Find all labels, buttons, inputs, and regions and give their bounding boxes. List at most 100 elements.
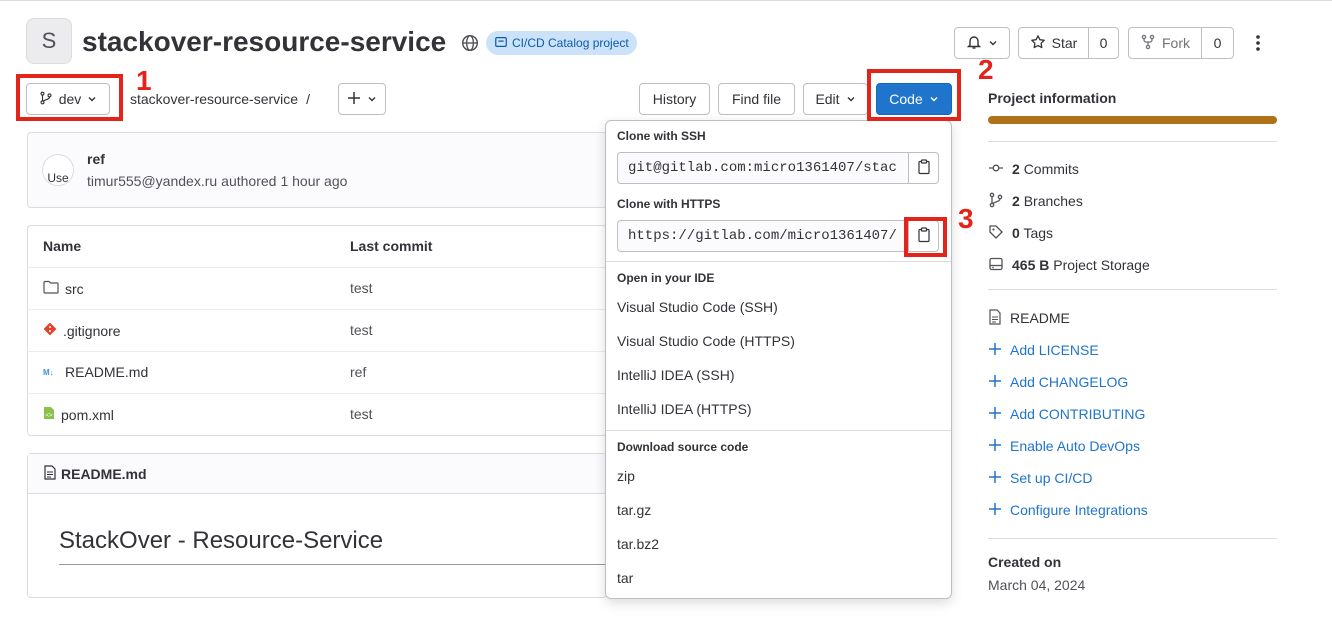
commit-title[interactable]: ref	[87, 151, 105, 167]
https-url: https://gitlab.com/micro1361407/	[628, 228, 897, 244]
table-row[interactable]: M↓ README.md ref	[27, 351, 607, 393]
commit-meta: timur555@yandex.ru authored 1 hour ago	[87, 173, 347, 189]
storage-label: Project Storage	[1053, 257, 1150, 273]
plus-icon	[988, 342, 1002, 359]
download-tar-bz2[interactable]: tar.bz2	[617, 536, 659, 552]
chevron-down-icon	[988, 35, 998, 51]
download-tar-gz[interactable]: tar.gz	[617, 502, 651, 518]
add-license-link[interactable]: Add LICENSE	[988, 340, 1099, 360]
more-actions-icon[interactable]	[1251, 33, 1265, 53]
star-label: Star	[1051, 35, 1078, 51]
svg-text:<>: <>	[46, 413, 54, 419]
annotation-number-2: 2	[978, 54, 994, 85]
tag-icon	[988, 224, 1004, 243]
file-name[interactable]: src	[65, 281, 84, 297]
fork-count[interactable]: 0	[1201, 27, 1234, 59]
file-name[interactable]: README.md	[65, 364, 148, 380]
table-row[interactable]: <> pom.xml test	[27, 393, 607, 435]
storage-stat[interactable]: 465 B Project Storage	[988, 255, 1150, 275]
configure-integrations-label: Configure Integrations	[1010, 502, 1148, 518]
clone-ssh-label: Clone with SSH	[617, 129, 706, 143]
last-commit-panel	[27, 132, 607, 208]
setup-cicd-link[interactable]: Set up CI/CD	[988, 468, 1092, 488]
find-file-button[interactable]: Find file	[718, 83, 795, 115]
annotation-box-branch	[16, 74, 123, 121]
tags-stat[interactable]: 0 Tags	[988, 223, 1053, 243]
dropdown-divider	[606, 430, 951, 431]
author-avatar[interactable]: Use	[42, 154, 74, 186]
star-count[interactable]: 0	[1088, 27, 1119, 59]
created-date: March 04, 2024	[988, 577, 1086, 593]
add-changelog-label: Add CHANGELOG	[1010, 374, 1129, 390]
svg-text:M↓: M↓	[43, 368, 54, 377]
star-button[interactable]: Star	[1018, 27, 1089, 59]
branches-stat[interactable]: 2 Branches	[988, 191, 1083, 211]
annotation-number-1: 1	[136, 65, 152, 96]
top-divider	[0, 0, 1332, 1]
commits-label: Commits	[1023, 161, 1079, 177]
commit-time: 1 hour ago	[280, 173, 348, 189]
breadcrumb-project[interactable]: stackover-resource-service	[130, 91, 298, 107]
configure-integrations-link[interactable]: Configure Integrations	[988, 500, 1148, 520]
project-title[interactable]: stackover-resource-service	[82, 24, 446, 60]
enable-auto-devops-link[interactable]: Enable Auto DevOps	[988, 436, 1140, 456]
commit-author[interactable]: timur555@yandex.ru	[87, 173, 217, 189]
copy-ssh-button[interactable]	[908, 152, 939, 184]
https-url-field[interactable]: https://gitlab.com/micro1361407/	[617, 220, 909, 252]
readme-heading: StackOver - Resource-Service	[59, 527, 384, 554]
language-bar[interactable]	[988, 116, 1277, 124]
file-last-commit[interactable]: test	[350, 280, 373, 296]
edit-label: Edit	[815, 91, 840, 107]
catalog-icon	[494, 35, 508, 52]
add-contributing-label: Add CONTRIBUTING	[1010, 406, 1146, 422]
table-row[interactable]: .gitignore test	[27, 309, 607, 351]
markdown-icon: M↓	[43, 364, 59, 380]
download-tar[interactable]: tar	[617, 570, 633, 586]
add-changelog-link[interactable]: Add CHANGELOG	[988, 372, 1128, 392]
download-zip[interactable]: zip	[617, 468, 635, 484]
clipboard-icon	[917, 158, 931, 178]
tags-label: Tags	[1023, 225, 1054, 241]
file-last-commit[interactable]: ref	[350, 364, 366, 380]
project-avatar-letter: S	[41, 28, 57, 53]
file-last-commit[interactable]: test	[350, 406, 373, 422]
ci-catalog-badge-label: CI/CD Catalog project	[512, 36, 629, 50]
column-header-last-commit: Last commit	[350, 238, 433, 254]
open-ide-label: Open in your IDE	[617, 271, 715, 285]
readme-filename[interactable]: README.md	[61, 466, 147, 482]
folder-icon	[43, 280, 59, 297]
bell-icon	[966, 34, 982, 53]
clone-https-label: Clone with HTTPS	[617, 197, 721, 211]
fork-button[interactable]: Fork	[1128, 27, 1202, 59]
ide-vscode-https[interactable]: Visual Studio Code (HTTPS)	[617, 333, 795, 349]
sidebar-divider	[988, 141, 1277, 142]
edit-dropdown[interactable]: Edit	[803, 83, 868, 115]
plus-icon	[988, 438, 1002, 455]
commits-stat[interactable]: 2 Commits	[988, 159, 1079, 179]
file-name[interactable]: pom.xml	[61, 407, 114, 423]
project-info-title: Project information	[988, 90, 1117, 106]
history-button[interactable]: History	[639, 83, 710, 115]
branches-count: 2	[1012, 193, 1020, 209]
sidebar-divider	[988, 289, 1277, 290]
chevron-down-icon	[367, 91, 377, 107]
file-name[interactable]: .gitignore	[63, 323, 121, 339]
ci-catalog-badge[interactable]: CI/CD Catalog project	[486, 31, 637, 55]
ide-intellij-https[interactable]: IntelliJ IDEA (HTTPS)	[617, 401, 752, 417]
sidebar-divider	[988, 538, 1277, 539]
breadcrumb: stackover-resource-service /	[130, 91, 310, 107]
ssh-url-field[interactable]: git@gitlab.com:micro1361407/stac	[617, 152, 909, 184]
add-file-dropdown[interactable]	[338, 83, 386, 115]
setup-cicd-label: Set up CI/CD	[1010, 470, 1093, 486]
ide-intellij-ssh[interactable]: IntelliJ IDEA (SSH)	[617, 367, 734, 383]
project-avatar[interactable]: S	[26, 18, 72, 64]
readme-link[interactable]: README	[988, 308, 1070, 328]
file-last-commit[interactable]: test	[350, 322, 373, 338]
branch-icon	[988, 192, 1004, 211]
readme-heading-rule	[59, 564, 607, 565]
add-contributing-link[interactable]: Add CONTRIBUTING	[988, 404, 1145, 424]
readme-link-label: README	[1010, 310, 1070, 326]
table-row[interactable]: src test	[27, 267, 607, 309]
ide-vscode-ssh[interactable]: Visual Studio Code (SSH)	[617, 299, 778, 315]
enable-auto-devops-label: Enable Auto DevOps	[1010, 438, 1140, 454]
